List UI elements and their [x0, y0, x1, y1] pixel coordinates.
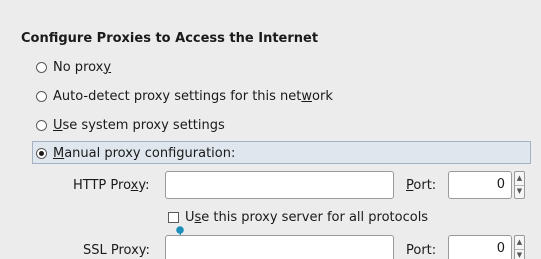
proxy-settings-panel: Configure Proxies to Access the Internet…	[0, 0, 541, 259]
radio-manual-proxy-label: Manual proxy configuration:	[53, 145, 236, 161]
ssl-port-value: 0	[496, 241, 505, 256]
section-title: Configure Proxies to Access the Internet	[21, 31, 319, 46]
radio-indicator[interactable]	[36, 119, 47, 131]
http-proxy-input[interactable]	[165, 171, 394, 199]
http-port-stepper[interactable]: ▲ ▼	[514, 171, 525, 199]
ssl-port-stepper[interactable]: ▲ ▼	[514, 235, 525, 259]
top-band	[0, 0, 541, 12]
ssl-proxy-input[interactable]	[165, 235, 394, 259]
radio-system-proxy[interactable]: Use system proxy settings	[36, 114, 225, 136]
http-port-spinner[interactable]: 0	[448, 171, 512, 199]
radio-indicator[interactable]	[36, 61, 47, 73]
use-for-all-protocols-checkbox[interactable]: Use this proxy server for all protocols	[168, 207, 428, 227]
http-port-value: 0	[496, 177, 505, 192]
radio-indicator[interactable]	[36, 90, 47, 102]
use-for-all-protocols-label: Use this proxy server for all protocols	[185, 209, 429, 225]
radio-no-proxy-label: No proxy	[53, 59, 112, 75]
chevron-up-icon[interactable]: ▲	[515, 172, 524, 185]
ssl-proxy-label: SSL Proxy:	[83, 243, 150, 258]
radio-system-proxy-label: Use system proxy settings	[53, 117, 225, 133]
radio-manual-proxy[interactable]: Manual proxy configuration:	[36, 142, 235, 164]
radio-no-proxy[interactable]: No proxy	[36, 56, 111, 78]
http-proxy-label: HTTP Proxy:	[73, 178, 150, 193]
chevron-up-icon[interactable]: ▲	[515, 236, 524, 249]
http-port-label: Port:	[406, 178, 437, 193]
radio-auto-detect[interactable]: Auto-detect proxy settings for this netw…	[36, 85, 333, 107]
ssl-port-spinner[interactable]: 0	[448, 235, 512, 259]
radio-auto-detect-label: Auto-detect proxy settings for this netw…	[53, 88, 333, 104]
checkbox-indicator[interactable]	[168, 211, 179, 223]
chevron-down-icon[interactable]: ▼	[515, 184, 524, 199]
radio-indicator-checked[interactable]	[36, 147, 47, 159]
chevron-down-icon[interactable]: ▼	[515, 248, 524, 259]
ssl-port-label: Port:	[406, 243, 437, 258]
